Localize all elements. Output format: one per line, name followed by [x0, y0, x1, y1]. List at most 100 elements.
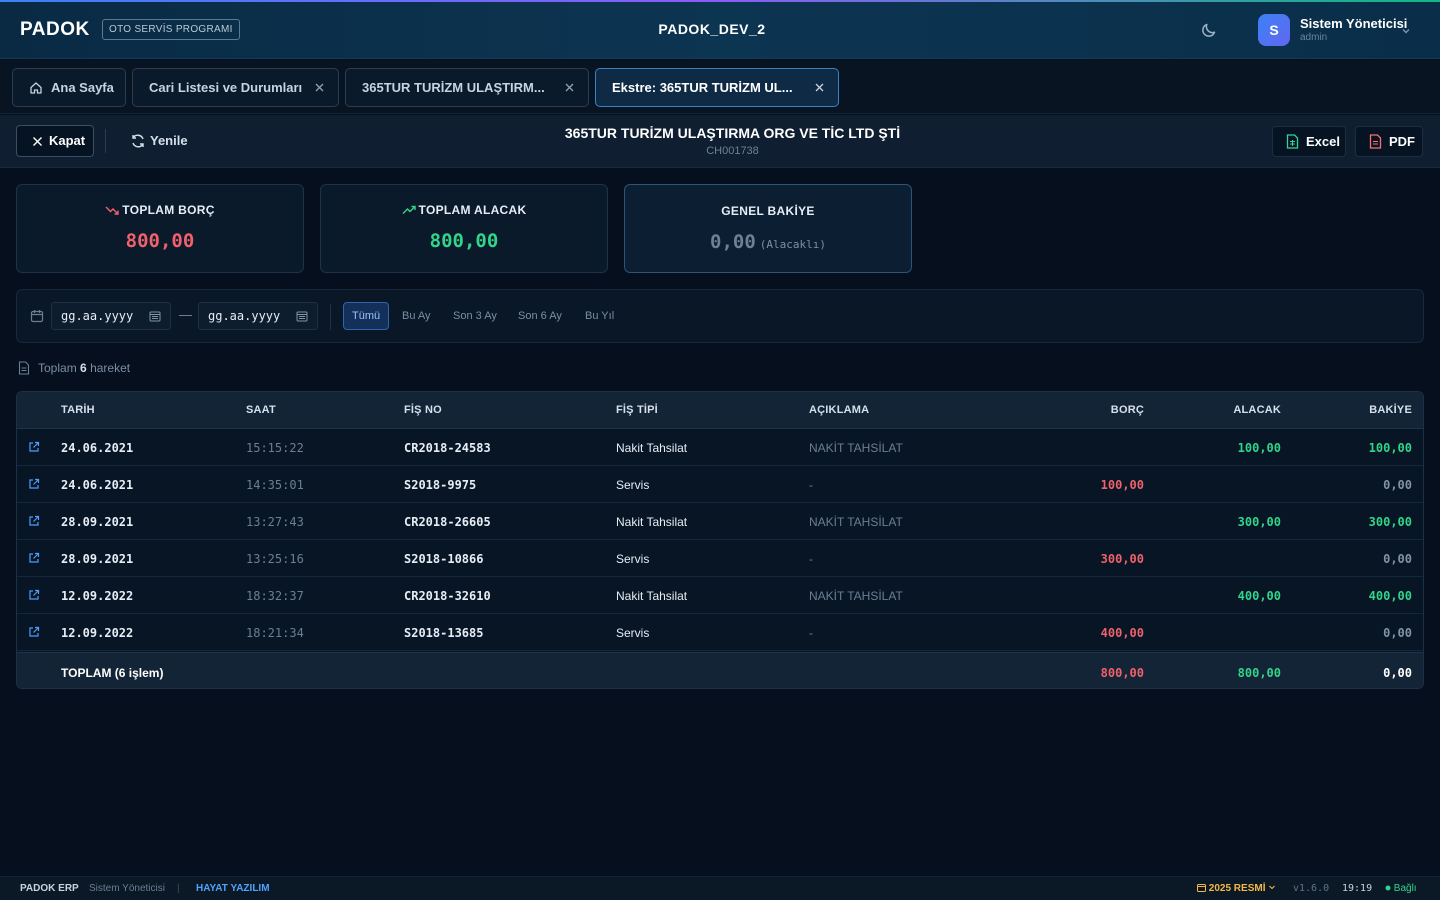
calendar-icon: [1197, 884, 1206, 892]
tab-cari-listesi[interactable]: Cari Listesi ve Durumları: [132, 68, 339, 107]
column-header-receipt-type[interactable]: FİŞ TİPİ: [616, 404, 658, 416]
total-debit-label: TOPLAM BORÇ: [17, 203, 303, 217]
table-row[interactable]: 12.09.2022 18:32:37 CR2018-32610 Nakit Tahs…: [17, 577, 1423, 614]
column-header-description[interactable]: AÇIKLAMA: [809, 404, 869, 416]
filter-chip-this-month[interactable]: Bu Ay: [402, 302, 431, 330]
external-link-icon[interactable]: [28, 441, 40, 453]
user-avatar[interactable]: S: [1258, 14, 1290, 46]
close-icon[interactable]: [814, 82, 825, 93]
chevron-down-icon: [1269, 885, 1276, 890]
tab-cari-detay[interactable]: 365TUR TURİZM ULAŞTIRM...: [345, 68, 589, 107]
tab-ekstre[interactable]: Ekstre: 365TUR TURİZM UL...: [595, 68, 839, 107]
external-link-icon[interactable]: [28, 478, 40, 490]
cell-receipt-no: S2018-9975: [404, 478, 477, 492]
cell-description: -: [809, 626, 813, 640]
cell-credit: 400,00: [1237, 589, 1281, 603]
calendar-icon: [30, 310, 44, 323]
tab-bar: Ana Sayfa Cari Listesi ve Durumları 365T…: [0, 60, 1440, 114]
table-footer-total: TOPLAM (6 işlem) 800,00 800,00 0,00: [17, 652, 1423, 688]
cell-date: 24.06.2021: [61, 478, 134, 492]
table-row[interactable]: 12.09.2022 18:21:34 S2018-13685 Servis - 400,…: [17, 614, 1423, 651]
cell-time: 15:15:22: [246, 441, 304, 455]
theme-toggle-moon-icon[interactable]: [1199, 20, 1219, 40]
filter-chip-last-6-months[interactable]: Son 6 Ay: [518, 302, 562, 330]
top-bar: PADOK OTO SERVİS PROGRAMI PADOK_DEV_2 S …: [0, 0, 1440, 59]
cell-time: 18:32:37: [246, 589, 304, 603]
status-company[interactable]: HAYAT YAZILIM: [196, 877, 270, 900]
cell-balance: 0,00: [1383, 478, 1412, 492]
general-balance-label: GENEL BAKİYE: [721, 204, 815, 218]
divider: [330, 304, 331, 330]
pdf-file-icon: [1369, 134, 1382, 149]
cell-balance: 0,00: [1383, 552, 1412, 566]
cell-date: 28.09.2021: [61, 515, 134, 529]
close-icon[interactable]: [564, 82, 575, 93]
total-debit-card: TOPLAM BORÇ 800,00: [16, 184, 304, 273]
home-icon: [30, 82, 42, 94]
start-date-input[interactable]: gg.aa.yyyy: [51, 302, 171, 330]
cell-credit: 100,00: [1237, 441, 1281, 455]
total-credit-card: TOPLAM ALACAK 800,00: [320, 184, 608, 273]
pdf-export-button[interactable]: PDF: [1355, 126, 1423, 157]
filter-chip-all[interactable]: Tümü: [343, 302, 390, 330]
page-title: 365TUR TURİZM ULAŞTIRMA ORG VE TİC LTD Ş…: [564, 125, 901, 141]
cell-balance: 0,00: [1383, 626, 1412, 640]
cell-receipt-no: S2018-13685: [404, 626, 484, 640]
status-version: v1.6.0: [1293, 883, 1330, 894]
external-link-icon[interactable]: [28, 589, 40, 601]
status-period[interactable]: 2025 RESMİ: [1197, 877, 1276, 900]
cell-description: NAKİT TAHSİLAT: [809, 589, 903, 603]
excel-button-label: Excel: [1306, 134, 1340, 149]
cell-description: NAKİT TAHSİLAT: [809, 441, 903, 455]
footer-total-balance: 0,00: [1383, 666, 1412, 680]
cell-balance: 100,00: [1368, 441, 1412, 455]
cell-receipt-no: CR2018-26605: [404, 515, 491, 529]
column-header-time[interactable]: SAAT: [246, 404, 276, 416]
chevron-down-icon[interactable]: [1400, 24, 1412, 36]
column-header-date[interactable]: TARİH: [61, 404, 95, 416]
table-header: TARİH SAAT FİŞ NO FİŞ TİPİ AÇIKLAMA BORÇ…: [17, 392, 1423, 429]
pdf-button-label: PDF: [1389, 134, 1415, 149]
cell-credit: 300,00: [1237, 515, 1281, 529]
total-debit-value: 800,00: [125, 230, 195, 252]
tab-label: Ana Sayfa: [51, 80, 114, 95]
tab-ana-sayfa[interactable]: Ana Sayfa: [12, 68, 126, 107]
external-link-icon[interactable]: [28, 515, 40, 527]
column-header-balance[interactable]: BAKİYE: [1369, 404, 1412, 416]
table-row[interactable]: 28.09.2021 13:27:43 CR2018-26605 Nakit Tahs…: [17, 503, 1423, 540]
filter-chip-last-3-months[interactable]: Son 3 Ay: [453, 302, 497, 330]
date-filter-bar: gg.aa.yyyy — gg.aa.yyyy Tümü Bu Ay Son 3…: [16, 289, 1424, 343]
cell-receipt-no: CR2018-24583: [404, 441, 491, 455]
cell-description: NAKİT TAHSİLAT: [809, 515, 903, 529]
calendar-icon[interactable]: [149, 310, 161, 322]
user-role: admin: [1300, 32, 1328, 43]
cell-date: 24.06.2021: [61, 441, 134, 455]
tab-label: Cari Listesi ve Durumları: [149, 80, 303, 95]
tab-label: Ekstre: 365TUR TURİZM UL...: [612, 80, 793, 95]
status-connection: Bağlı: [1385, 877, 1417, 900]
external-link-icon[interactable]: [28, 552, 40, 564]
column-header-debit[interactable]: BORÇ: [1111, 404, 1144, 416]
table-row[interactable]: 24.06.2021 15:15:22 CR2018-24583 Nakit Tahs…: [17, 429, 1423, 466]
excel-export-button[interactable]: Excel: [1272, 126, 1346, 157]
cell-receipt-type: Servis: [616, 552, 650, 566]
table-row[interactable]: 24.06.2021 14:35:01 S2018-9975 Servis - 100,0…: [17, 466, 1423, 503]
column-header-credit[interactable]: ALACAK: [1233, 404, 1281, 416]
user-name[interactable]: Sistem Yöneticisi: [1300, 16, 1407, 31]
filter-chip-this-year[interactable]: Bu Yıl: [585, 302, 614, 330]
cell-date: 28.09.2021: [61, 552, 134, 566]
status-app-name: PADOK ERP: [20, 883, 79, 894]
column-header-receipt-no[interactable]: FİŞ NO: [404, 404, 442, 416]
cell-description: -: [809, 478, 813, 492]
close-icon[interactable]: [314, 82, 325, 93]
trend-up-icon: [402, 205, 416, 214]
external-link-icon[interactable]: [28, 626, 40, 638]
end-date-input[interactable]: gg.aa.yyyy: [198, 302, 318, 330]
account-code: CH001738: [706, 145, 759, 157]
table-row[interactable]: 28.09.2021 13:25:16 S2018-10866 Servis - 300,…: [17, 540, 1423, 577]
calendar-icon[interactable]: [296, 310, 308, 322]
balance-status: (Alacaklı): [759, 238, 826, 251]
cell-balance: 300,00: [1368, 515, 1412, 529]
general-balance-card: GENEL BAKİYE 0,00 (Alacaklı): [624, 184, 912, 273]
footer-total-credit: 800,00: [1237, 666, 1281, 680]
